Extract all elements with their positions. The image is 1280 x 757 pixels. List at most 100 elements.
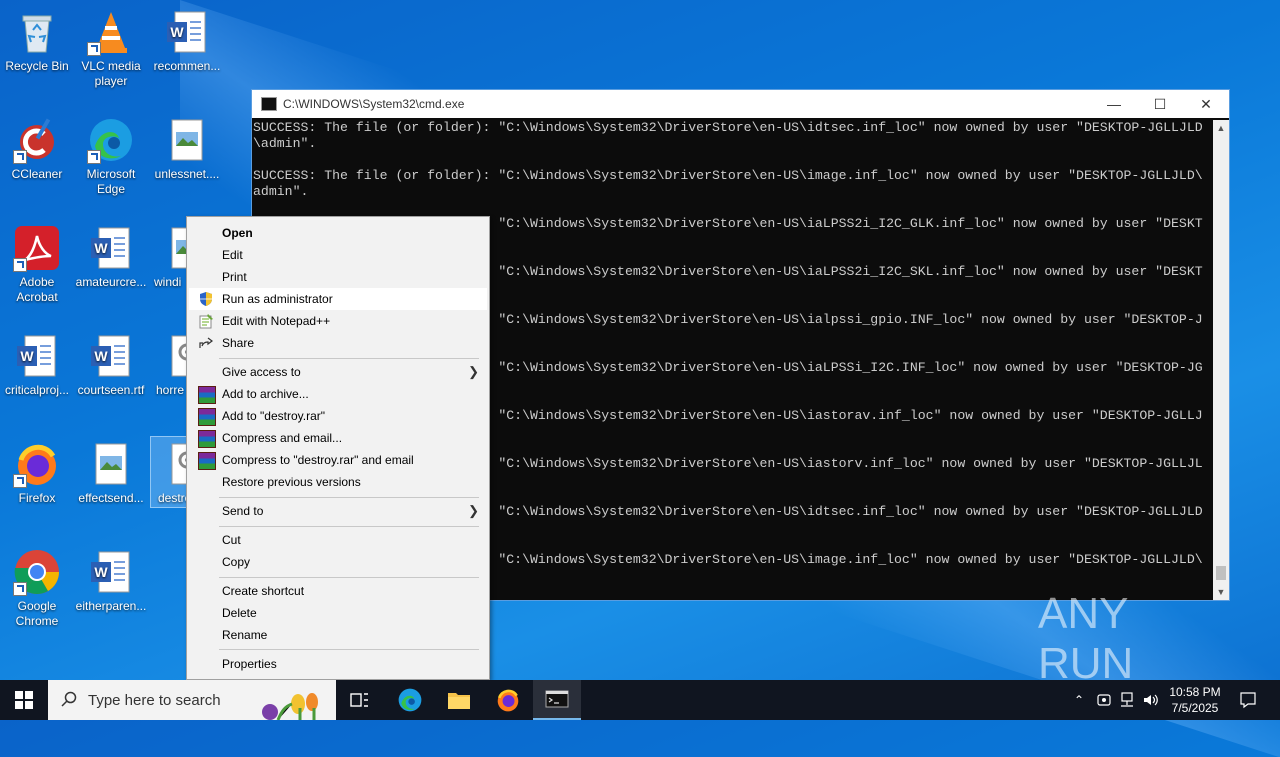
volume-icon	[1144, 694, 1158, 706]
chevron-up-icon: ⌃	[1073, 693, 1085, 707]
icon-label: CCleaner	[11, 167, 63, 181]
desktop-icon-google-chrome[interactable]: Google Chrome	[0, 548, 74, 629]
menu-separator	[219, 526, 479, 527]
shortcut-arrow-icon	[13, 582, 27, 596]
search-icon	[61, 691, 77, 707]
context-menu: Open Edit Print Run as administrator Edi…	[186, 216, 490, 680]
desktop-icon-recycle-bin[interactable]: Recycle Bin	[0, 8, 74, 74]
svg-text:W: W	[94, 348, 108, 364]
menu-item-print[interactable]: Print	[189, 266, 487, 288]
scroll-thumb[interactable]	[1216, 566, 1226, 580]
menu-item-edit-with-notepadpp[interactable]: Edit with Notepad++	[189, 310, 487, 332]
shortcut-arrow-icon	[13, 258, 27, 272]
svg-text:W: W	[94, 240, 108, 256]
menu-item-send-to[interactable]: Send to ❯	[189, 500, 487, 522]
menu-item-label: Share	[222, 336, 255, 350]
menu-item-compress-to-destroy-rar-and-email[interactable]: Compress to "destroy.rar" and email	[189, 449, 487, 471]
edge-icon	[87, 116, 135, 164]
taskbar-cmd-button[interactable]	[533, 680, 581, 720]
start-button[interactable]	[0, 680, 48, 720]
desktop-icon-ccleaner[interactable]: CCleaner	[0, 116, 74, 182]
icon-label: recommen...	[153, 59, 221, 73]
close-button[interactable]: ✕	[1183, 90, 1229, 118]
cmd-icon	[545, 690, 569, 708]
menu-item-delete[interactable]: Delete	[189, 602, 487, 624]
desktop-icon-recommen[interactable]: W recommen...	[150, 8, 224, 74]
meet-now-icon	[1097, 694, 1111, 706]
maximize-button[interactable]: ☐	[1137, 90, 1183, 118]
winrar-icon	[198, 386, 216, 404]
desktop-icon-courtseen[interactable]: W courtseen.rtf	[74, 332, 148, 398]
taskbar-clock[interactable]: 10:58 PM 7/5/2025	[1160, 684, 1230, 716]
console-scrollbar[interactable]: ▲ ▼	[1213, 120, 1229, 600]
svg-text:W: W	[20, 348, 34, 364]
task-view-button[interactable]	[336, 680, 384, 720]
menu-item-rename[interactable]: Rename	[189, 624, 487, 646]
menu-item-share[interactable]: Share	[189, 332, 487, 354]
icon-label: criticalproj...	[4, 383, 69, 397]
chrome-icon	[13, 548, 61, 596]
menu-item-edit[interactable]: Edit	[189, 244, 487, 266]
notifications-button[interactable]	[1234, 680, 1262, 720]
shield-icon	[198, 291, 214, 307]
desktop-icon-microsoft-edge[interactable]: Microsoft Edge	[74, 116, 148, 197]
menu-item-open[interactable]: Open	[189, 222, 487, 244]
menu-item-label: Print	[222, 270, 247, 284]
word-document-icon: W	[163, 8, 211, 56]
taskbar-edge-button[interactable]	[386, 680, 434, 720]
shortcut-arrow-icon	[87, 42, 101, 56]
desktop-icon-eitherparen[interactable]: W eitherparen...	[74, 548, 148, 614]
word-document-icon: W	[13, 332, 61, 380]
menu-item-cut[interactable]: Cut	[189, 529, 487, 551]
tray-meet-now-button[interactable]	[1093, 680, 1115, 720]
anyrun-watermark: ANY RUN	[1038, 589, 1234, 688]
menu-item-label: Restore previous versions	[222, 475, 361, 489]
menu-item-add-to-destroy-rar[interactable]: Add to "destroy.rar"	[189, 405, 487, 427]
desktop-icon-effectsend[interactable]: effectsend...	[74, 440, 148, 506]
menu-item-give-access-to[interactable]: Give access to ❯	[189, 361, 487, 383]
icon-label: courtseen.rtf	[77, 383, 145, 397]
cmd-icon	[261, 97, 277, 111]
desktop-icon-unlessnet[interactable]: unlessnet....	[150, 116, 224, 182]
image-file-icon	[87, 440, 135, 488]
task-view-icon	[350, 693, 368, 707]
console-line: admin".	[253, 184, 309, 199]
minimize-button[interactable]: —	[1091, 90, 1137, 118]
desktop-icon-firefox[interactable]: Firefox	[0, 440, 74, 506]
desktop-icon-adobe-acrobat[interactable]: Adobe Acrobat	[0, 224, 74, 305]
desktop-icon-vlc[interactable]: VLC media player	[74, 8, 148, 89]
taskbar-file-explorer-button[interactable]	[435, 680, 483, 720]
scroll-up-icon[interactable]: ▲	[1213, 120, 1229, 136]
menu-item-restore-previous-versions[interactable]: Restore previous versions	[189, 471, 487, 493]
taskbar-search-box[interactable]: Type here to search	[48, 680, 336, 720]
menu-item-label: Cut	[222, 533, 241, 547]
clock-time: 10:58 PM	[1169, 685, 1221, 699]
menu-item-label: Send to	[222, 504, 264, 518]
tray-overflow-button[interactable]: ⌃	[1068, 680, 1090, 720]
menu-item-create-shortcut[interactable]: Create shortcut	[189, 580, 487, 602]
menu-item-label: Add to archive...	[222, 387, 309, 401]
cmd-titlebar[interactable]: C:\WINDOWS\System32\cmd.exe — ☐ ✕	[252, 90, 1229, 118]
acrobat-icon	[13, 224, 61, 272]
menu-item-compress-and-email[interactable]: Compress and email...	[189, 427, 487, 449]
network-icon	[1121, 692, 1133, 707]
vlc-icon	[87, 8, 135, 56]
menu-item-run-as-administrator[interactable]: Run as administrator	[189, 288, 487, 310]
desktop-icon-criticalproj[interactable]: W criticalproj...	[0, 332, 74, 398]
console-line: SUCCESS: The file (or folder): "C:\Windo…	[253, 168, 1203, 183]
icon-label: Recycle Bin	[5, 59, 69, 73]
search-highlight-flowers-icon	[262, 693, 318, 720]
menu-item-label: Copy	[222, 555, 251, 569]
notepadpp-icon	[198, 313, 214, 329]
desktop-icon-amateurcre[interactable]: W amateurcre...	[74, 224, 148, 290]
taskbar-firefox-button[interactable]	[484, 680, 532, 720]
menu-item-properties[interactable]: Properties	[189, 653, 487, 675]
menu-item-copy[interactable]: Copy	[189, 551, 487, 573]
word-document-icon: W	[87, 224, 135, 272]
winrar-icon	[198, 408, 216, 426]
menu-item-add-to-archive[interactable]: Add to archive...	[189, 383, 487, 405]
menu-item-label: Edit with Notepad++	[222, 314, 331, 328]
tray-volume-button[interactable]	[1140, 680, 1162, 720]
tray-network-button[interactable]	[1116, 680, 1138, 720]
